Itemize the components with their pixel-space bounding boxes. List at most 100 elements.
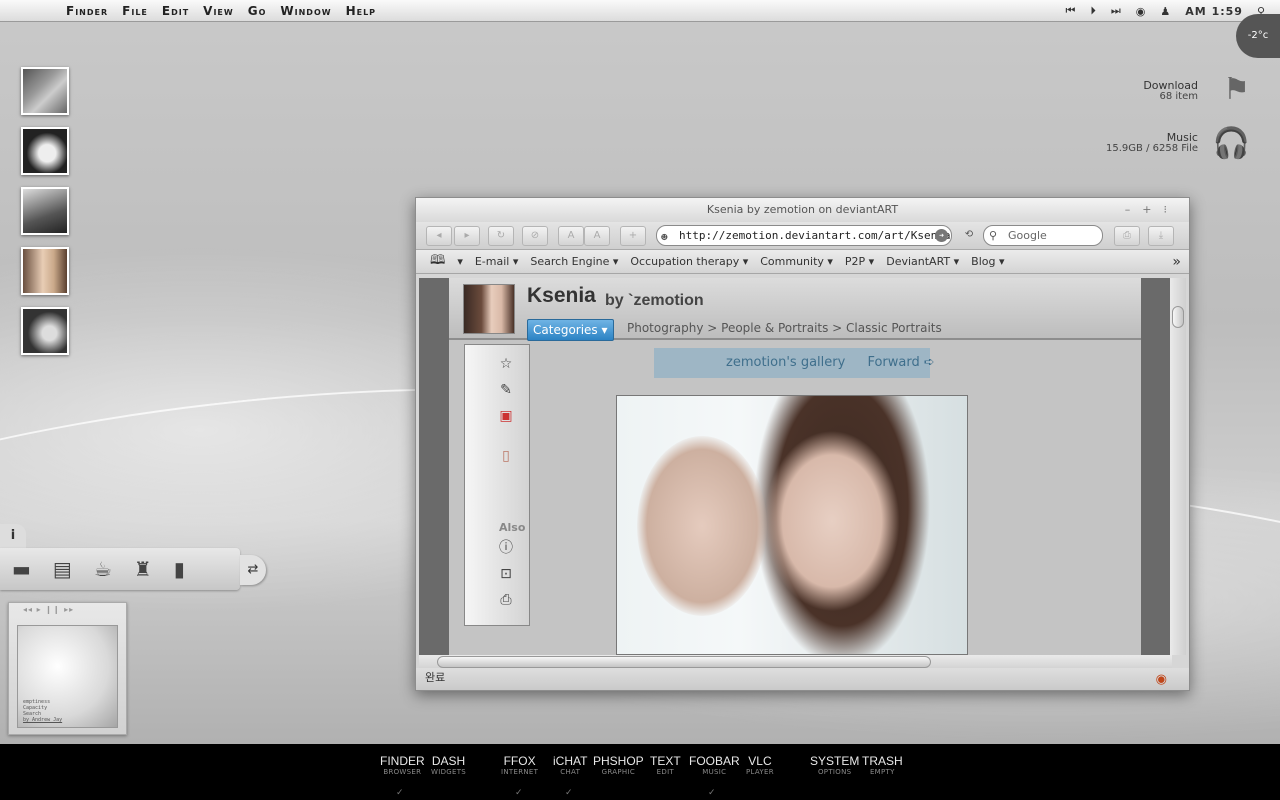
- menubar-clock[interactable]: AM 1:59: [1185, 5, 1243, 18]
- info-icon[interactable]: i: [0, 524, 26, 548]
- desktop-photo-thumbnail[interactable]: [21, 307, 69, 355]
- print-button[interactable]: ⎙: [1114, 226, 1140, 246]
- play-icon[interactable]: ⏵: [1090, 4, 1097, 18]
- rewind-icon[interactable]: ⏮: [1065, 4, 1076, 18]
- fast-forward-icon[interactable]: ⏭: [1111, 4, 1122, 18]
- desktop-photo-thumbnail[interactable]: [21, 127, 69, 175]
- menu-go[interactable]: Go: [248, 4, 267, 18]
- mobile-icon[interactable]: ▯: [497, 447, 515, 465]
- new-tab-button[interactable]: +: [620, 226, 646, 246]
- volume-icon[interactable]: ◉: [1136, 5, 1147, 18]
- menu-finder[interactable]: Finder: [66, 4, 108, 18]
- spy-hat-icon[interactable]: ♜: [134, 557, 152, 581]
- lock-icon[interactable]: ⊡: [497, 565, 515, 583]
- signpost-icon[interactable]: ⚑: [1223, 72, 1250, 107]
- desktop-photo-thumbnail[interactable]: [21, 247, 69, 295]
- navigation-toolbar: ◂ ▸ ↻ ⊘ A A + ☻ http://zemotion.devianta…: [416, 222, 1189, 250]
- bookmarks-bar: 🕮 ▾ E-mail ▾ Search Engine ▾ Occupation …: [416, 250, 1189, 274]
- text-smaller-button[interactable]: A: [558, 226, 584, 246]
- comment-icon[interactable]: ✎: [497, 381, 515, 399]
- text-bigger-button[interactable]: A: [584, 226, 610, 246]
- category-breadcrumb[interactable]: Photography > People & Portraits > Class…: [627, 321, 942, 335]
- teapot-icon[interactable]: ☕: [94, 557, 112, 581]
- dock-label: DASH: [431, 754, 466, 768]
- artist-avatar[interactable]: [463, 284, 515, 334]
- cd-player-icon[interactable]: ▬: [12, 557, 31, 581]
- desktop-photo-thumbnail[interactable]: [21, 187, 69, 235]
- headphones-icon[interactable]: 🎧: [1213, 126, 1250, 161]
- dock-sublabel: EDIT: [656, 768, 675, 776]
- dock-sublabel: INTERNET: [501, 768, 539, 776]
- music-widget[interactable]: Music 15.9GB / 6258 File: [1106, 132, 1198, 154]
- dock-item-foobar[interactable]: FOOBAR MUSIC: [689, 755, 740, 777]
- album-art[interactable]: emptiness Capacity Search by Andrew Jay: [17, 625, 118, 728]
- categories-button[interactable]: Categories ▾: [527, 319, 614, 341]
- bookmark-deviantart[interactable]: DeviantART ▾: [886, 255, 959, 268]
- dock-item-system[interactable]: SYSTEM OPTIONS: [810, 755, 859, 777]
- artist-name[interactable]: by `zemotion: [605, 292, 704, 310]
- forward-link[interactable]: Forward ➪: [867, 355, 934, 370]
- bottle-icon[interactable]: ▮: [174, 557, 185, 581]
- window-controls[interactable]: –+⁝: [1125, 198, 1179, 222]
- bookmark-community[interactable]: Community ▾: [760, 255, 833, 268]
- menu-view[interactable]: View: [203, 4, 234, 18]
- download-widget[interactable]: Download 68 item: [1143, 80, 1198, 102]
- back-button[interactable]: ◂: [426, 226, 452, 246]
- forward-button[interactable]: ▸: [454, 226, 480, 246]
- desktop-photo-thumbnail[interactable]: [21, 67, 69, 115]
- user-icon[interactable]: ♟: [1160, 5, 1171, 18]
- gift-icon[interactable]: ▣: [497, 407, 515, 425]
- site-favicon-icon: ☻: [661, 231, 668, 244]
- go-icon[interactable]: ➜: [935, 229, 948, 242]
- search-input[interactable]: ⚲ Google: [983, 225, 1103, 246]
- weather-badge: -2°c: [1236, 14, 1280, 58]
- deviation-image[interactable]: [616, 395, 968, 655]
- music-widget-stats: 15.9GB / 6258 File: [1106, 143, 1198, 154]
- dock-item-vlc[interactable]: VLC PLAYER: [746, 755, 774, 777]
- dock-item-text[interactable]: TEXT EDIT: [650, 755, 681, 777]
- refresh-arrow-icon[interactable]: ⟲: [956, 226, 982, 246]
- dock-item-ffox[interactable]: FFOX INTERNET: [501, 755, 538, 777]
- reload-button[interactable]: ↻: [488, 226, 514, 246]
- menu-window[interactable]: Window: [280, 4, 331, 18]
- url-text: http://zemotion.deviantart.com/art/Kseni…: [679, 229, 952, 242]
- deviation-page: Ksenia by `zemotion Categories ▾ Photogr…: [449, 278, 1141, 655]
- action-panel: ☆ ✎ ▣ ▯ Also ⓘ ⊡ ⎙: [464, 344, 530, 626]
- dock-item-ichat[interactable]: iCHAT CHAT: [553, 755, 587, 777]
- scroll-thumb[interactable]: [437, 656, 931, 668]
- horizontal-scrollbar[interactable]: [419, 655, 1172, 669]
- dock-sublabel: PLAYER: [746, 768, 774, 776]
- favourite-star-icon[interactable]: ☆: [497, 355, 515, 373]
- bag-icon[interactable]: ▤: [53, 557, 72, 581]
- dock-item-phshop[interactable]: PHSHOP GRAPHIC: [593, 755, 644, 777]
- left-dock: ▬ ▤ ☕ ♜ ▮: [0, 548, 240, 590]
- bookmark-search-engine[interactable]: Search Engine ▾: [530, 255, 618, 268]
- dock-item-trash[interactable]: TRASH EMPTY: [862, 755, 903, 777]
- stop-button[interactable]: ⊘: [522, 226, 548, 246]
- bookmark-occupation-therapy[interactable]: Occupation therapy ▾: [630, 255, 748, 268]
- player-controls[interactable]: ◂◂ ▸ ❙❙ ▸▸: [9, 603, 126, 614]
- chevron-right-icon[interactable]: »: [1172, 254, 1181, 270]
- dock-sublabel: EMPTY: [869, 768, 895, 776]
- info-circle-icon[interactable]: ⓘ: [497, 539, 515, 557]
- download-button[interactable]: ⤓: [1148, 226, 1174, 246]
- menu-file[interactable]: File: [122, 4, 148, 18]
- running-indicator-icon: ✓: [515, 788, 523, 798]
- firefox-icon[interactable]: ◉: [1156, 670, 1167, 690]
- address-bar[interactable]: ☻ http://zemotion.deviantart.com/art/Kse…: [656, 225, 952, 246]
- menu-help[interactable]: Help: [346, 4, 376, 18]
- bookmark-blog[interactable]: Blog ▾: [971, 255, 1004, 268]
- bookmark-p2p[interactable]: P2P ▾: [845, 255, 874, 268]
- dock-item-finder[interactable]: FINDER BROWSER: [380, 755, 425, 777]
- print-icon[interactable]: ⎙: [497, 591, 515, 609]
- scroll-thumb[interactable]: [1172, 306, 1184, 328]
- gallery-nav: zemotion's gallery Forward ➪: [654, 348, 935, 378]
- window-titlebar[interactable]: Ksenia by zemotion on deviantART –+⁝: [416, 198, 1189, 222]
- menu-edit[interactable]: Edit: [162, 4, 189, 18]
- gallery-link[interactable]: zemotion's gallery: [726, 355, 845, 370]
- dock-item-dash[interactable]: DASH WIDGETS: [431, 755, 466, 777]
- bookmark-email[interactable]: E-mail ▾: [475, 255, 519, 268]
- vertical-scrollbar[interactable]: [1170, 278, 1186, 655]
- apple-bookmark-icon[interactable]: ▾: [457, 255, 463, 268]
- book-icon[interactable]: 🕮: [430, 251, 445, 273]
